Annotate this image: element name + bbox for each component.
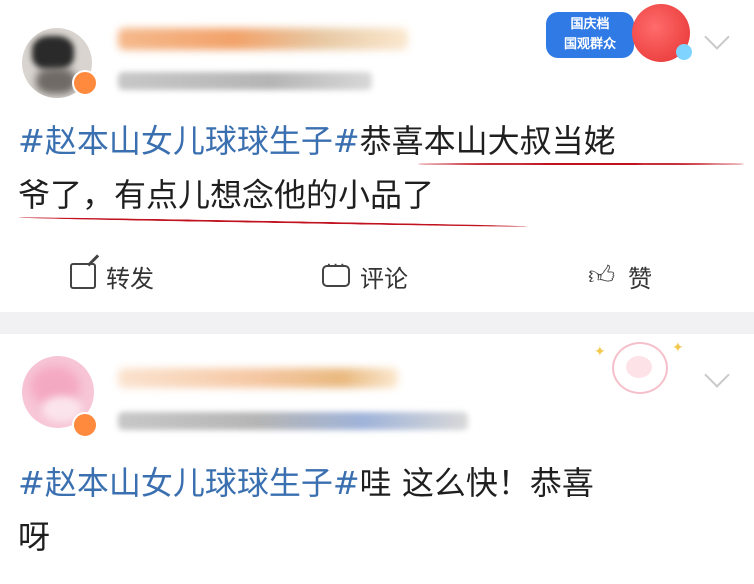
- username-blurred[interactable]: [118, 28, 408, 50]
- like-label: 赞: [628, 264, 652, 293]
- sheep-face: [626, 356, 652, 378]
- post-content: #赵本山女儿球球生子#哇 这么快！恭喜 呀: [18, 456, 744, 564]
- avatar-badge: [72, 70, 98, 96]
- username-blurred[interactable]: [118, 368, 398, 388]
- post-text: 呀: [18, 518, 51, 556]
- post-meta-blurred: [118, 412, 468, 430]
- hashtag-link[interactable]: #赵本山女儿球球生子#: [18, 122, 360, 160]
- sparkle-icon: ✦: [594, 344, 606, 360]
- comment-icon: [322, 255, 350, 287]
- repost-label: 转发: [106, 264, 154, 293]
- thumbs-up-icon: 👍︎: [588, 261, 616, 291]
- post-text: 哇 这么快！恭喜: [359, 464, 594, 502]
- weibo-post-card: 国庆档 国观群众 #赵本山女儿球球生子#恭喜本山大叔当姥 爷了，有点儿想念他的小…: [0, 0, 754, 312]
- avatar-badge: [72, 412, 98, 438]
- sparkle-icon: ✦: [672, 340, 684, 356]
- post-action-bar: 转发 评论 👍︎ 赞: [0, 252, 754, 300]
- comment-label: 评论: [360, 264, 408, 293]
- event-sticker: 国庆档 国观群众: [546, 4, 696, 70]
- annotation-underline: [418, 163, 744, 165]
- post-text: 爷了，有点儿想念他的小品了: [18, 176, 435, 214]
- sparkle-icon: [676, 44, 692, 60]
- hashtag-link[interactable]: #赵本山女儿球球生子#: [18, 464, 360, 502]
- post-content: #赵本山女儿球球生子#恭喜本山大叔当姥 爷了，有点儿想念他的小品了: [18, 114, 744, 222]
- post-meta-blurred: [118, 72, 372, 90]
- comment-button[interactable]: 评论: [322, 252, 408, 300]
- like-button[interactable]: 👍︎ 赞: [588, 252, 652, 300]
- repost-icon: [70, 263, 96, 289]
- chevron-down-icon[interactable]: [704, 24, 730, 50]
- post-text: 恭喜本山大叔当姥: [359, 122, 616, 160]
- sheep-sticker: ✦ ✦: [590, 338, 690, 398]
- repost-button[interactable]: 转发: [70, 252, 154, 300]
- sticker-label: 国庆档 国观群众: [546, 12, 634, 58]
- post-separator: [0, 312, 754, 334]
